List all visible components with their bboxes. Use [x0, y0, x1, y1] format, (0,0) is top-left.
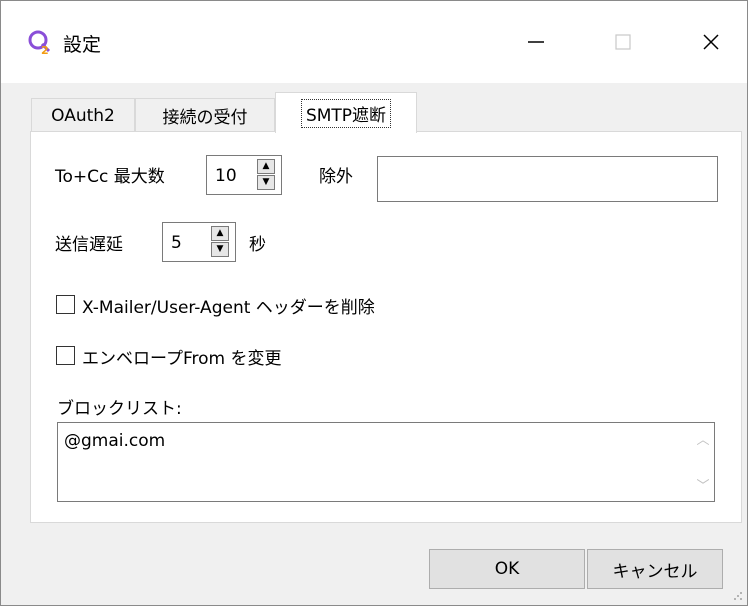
settings-window: 2 設定 OAuth2 接続の受付 SMTP遮断 To+Cc 最大数 10 ▲ … — [0, 0, 748, 606]
blocklist-value: @gmai.com — [64, 431, 166, 451]
resize-grip-icon[interactable] — [733, 591, 743, 601]
svg-text:2: 2 — [41, 44, 49, 55]
blocklist-label: ブロックリスト: — [57, 399, 182, 419]
remove-headers-checkbox[interactable] — [56, 295, 75, 314]
ok-button[interactable]: OK — [429, 549, 585, 589]
maximize-button[interactable] — [593, 15, 653, 69]
window-title: 設定 — [63, 34, 102, 56]
change-envelope-label: エンベロープFrom を変更 — [82, 349, 282, 369]
send-delay-spinner[interactable]: 5 ▲ ▼ — [162, 222, 236, 262]
send-delay-label: 送信遅延 — [55, 235, 123, 255]
spin-down-button[interactable]: ▼ — [211, 242, 229, 257]
minimize-icon — [528, 41, 544, 43]
caret-down-icon: ▼ — [262, 177, 270, 187]
recipients-max-spin-buttons: ▲ ▼ — [257, 159, 277, 191]
exclude-label: 除外 — [319, 167, 353, 187]
minimize-button[interactable] — [506, 15, 566, 69]
close-icon — [703, 34, 719, 50]
recipients-max-value: 10 — [215, 166, 237, 186]
tab-connection-accept[interactable]: 接続の受付 — [135, 98, 275, 132]
send-delay-unit: 秒 — [249, 235, 266, 255]
spin-up-button[interactable]: ▲ — [211, 226, 229, 241]
tab-smtp-block-label: SMTP遮断 — [300, 98, 392, 128]
recipients-max-label: To+Cc 最大数 — [55, 167, 165, 187]
blocklist-textarea[interactable]: @gmai.com ︿ ﹀ — [57, 422, 715, 502]
blocklist-scrollbar[interactable]: ︿ ﹀ — [692, 423, 714, 501]
spin-up-button[interactable]: ▲ — [257, 159, 275, 174]
caret-up-icon: ▲ — [262, 161, 270, 171]
scroll-up-icon[interactable]: ︿ — [695, 429, 711, 448]
spin-down-button[interactable]: ▼ — [257, 175, 275, 190]
title-bar: 2 設定 — [1, 1, 747, 83]
scroll-down-icon[interactable]: ﹀ — [695, 475, 711, 494]
caret-up-icon: ▲ — [216, 228, 224, 238]
change-envelope-checkbox[interactable] — [56, 346, 75, 365]
tab-oauth2[interactable]: OAuth2 — [31, 98, 135, 132]
smtp-block-panel: To+Cc 最大数 10 ▲ ▼ 除外 送信遅延 5 ▲ ▼ 秒 X-Maile… — [30, 131, 742, 523]
remove-headers-label: X-Mailer/User-Agent ヘッダーを削除 — [82, 298, 375, 318]
caret-down-icon: ▼ — [216, 244, 224, 254]
send-delay-value: 5 — [171, 233, 182, 253]
exclude-input[interactable] — [377, 156, 718, 202]
tab-smtp-block[interactable]: SMTP遮断 — [275, 92, 417, 133]
recipients-max-spinner[interactable]: 10 ▲ ▼ — [206, 155, 282, 195]
cancel-button[interactable]: キャンセル — [587, 549, 723, 589]
app-logo-icon: 2 — [28, 30, 51, 55]
close-button[interactable] — [681, 15, 741, 69]
send-delay-spin-buttons: ▲ ▼ — [211, 226, 231, 258]
maximize-icon — [615, 34, 631, 50]
